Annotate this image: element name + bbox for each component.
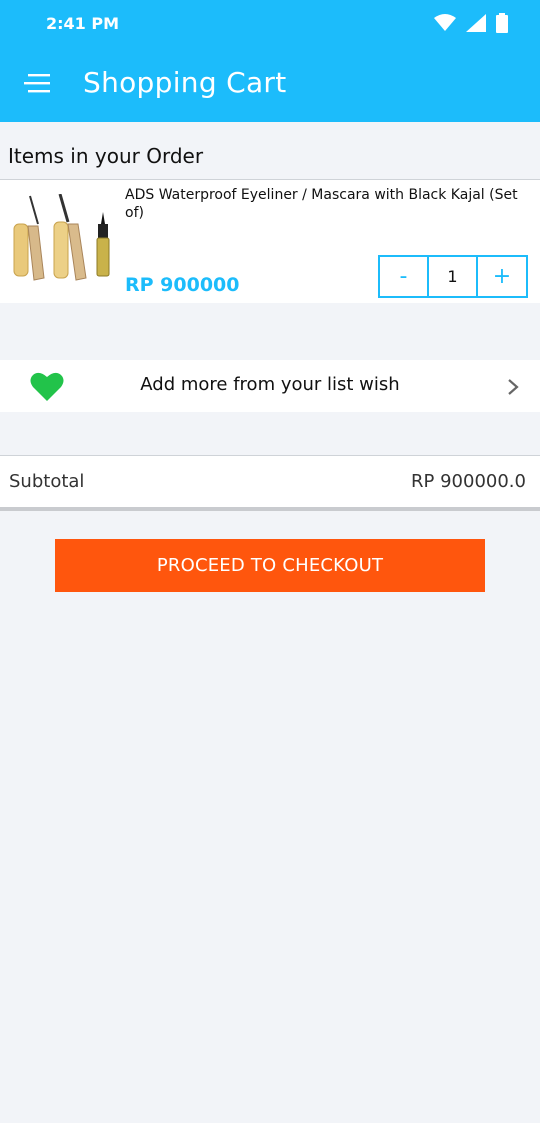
cart-item: ADS Waterproof Eyeliner / Mascara with B…	[0, 180, 540, 303]
increase-quantity-button[interactable]: +	[476, 255, 528, 298]
wishlist-label: Add more from your list wish	[140, 374, 400, 395]
battery-icon	[496, 13, 508, 33]
subtotal-value: RP 900000.0	[411, 471, 526, 492]
product-name: ADS Waterproof Eyeliner / Mascara with B…	[125, 187, 518, 221]
decrease-quantity-button[interactable]: -	[378, 255, 429, 298]
status-bar: 2:41 PM	[0, 0, 540, 46]
product-image[interactable]	[8, 194, 116, 286]
wifi-icon	[434, 14, 456, 31]
page-title: Shopping Cart	[83, 66, 287, 99]
chevron-right-icon	[508, 379, 519, 395]
divider	[0, 507, 540, 511]
subtotal-label: Subtotal	[9, 471, 85, 492]
quantity-stepper: - 1 +	[378, 255, 530, 298]
status-icons	[434, 13, 508, 33]
subtotal-row: Subtotal RP 900000.0	[0, 455, 540, 507]
menu-icon[interactable]	[24, 72, 54, 94]
wishlist-row[interactable]: Add more from your list wish	[0, 360, 540, 412]
status-time: 2:41 PM	[46, 14, 120, 33]
checkout-button[interactable]: PROCEED TO CHECKOUT	[55, 539, 485, 592]
quantity-value: 1	[427, 255, 478, 298]
signal-icon	[466, 14, 486, 32]
product-price: RP 900000	[125, 274, 240, 296]
order-section-title: Items in your Order	[8, 144, 204, 168]
app-bar: Shopping Cart	[0, 46, 540, 122]
